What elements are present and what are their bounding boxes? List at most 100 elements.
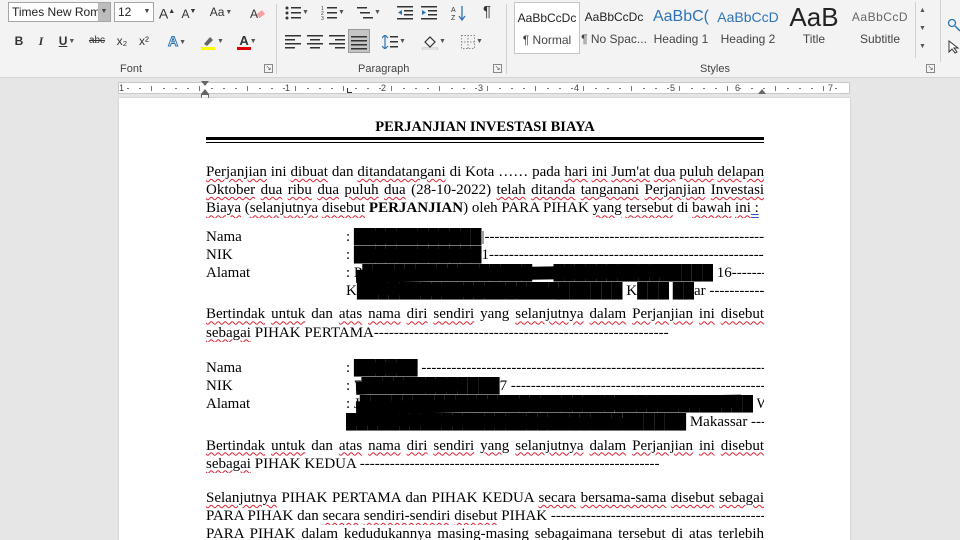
select-icon[interactable]: [947, 40, 960, 54]
text-effects-button[interactable]: A▼: [164, 31, 190, 51]
ruler-mark: [487, 86, 488, 91]
show-formatting-marks-button[interactable]: ¶: [478, 2, 496, 22]
clear-formatting-button[interactable]: A: [248, 2, 266, 22]
font-name-dropdown-arrow[interactable]: ▼: [98, 3, 110, 21]
style-heading-1[interactable]: AaBbC( Heading 1: [648, 2, 714, 54]
ruler-strip[interactable]: 1 1 2 3 4 5 6 7: [118, 81, 850, 99]
subscript-button[interactable]: x₂: [113, 31, 131, 51]
styles-dialog-launcher[interactable]: ↘: [926, 64, 935, 73]
first-line-indent-marker[interactable]: [201, 81, 209, 86]
multilevel-list-button[interactable]: ▼: [356, 2, 382, 22]
ruler-mark: [271, 88, 273, 89]
borders-button[interactable]: ▼: [458, 31, 486, 51]
style-normal[interactable]: AaBbCcDc ¶ Normal: [514, 2, 580, 54]
font-color-button[interactable]: A ▼: [234, 31, 262, 51]
text-run: disebut: [454, 508, 498, 525]
ruler-mark: [667, 88, 669, 89]
align-right-button[interactable]: [328, 31, 346, 51]
italic-button[interactable]: I: [32, 31, 50, 51]
text-run: selanjutnya: [515, 437, 584, 454]
ruler-mark: [259, 88, 261, 89]
style-no-spacing[interactable]: AaBbCcDc ¶ No Spac...: [581, 2, 647, 54]
text-run: (: [241, 200, 250, 217]
ruler-mark: [199, 86, 200, 91]
bullets-button[interactable]: ▼: [284, 2, 310, 22]
ruler-mark: [739, 88, 741, 89]
grow-font-icon: A: [158, 5, 169, 22]
text-run: dan: [305, 306, 339, 323]
text-run: Perjanjian: [206, 164, 267, 180]
text-run: dibuat: [290, 164, 328, 180]
bold-icon: B: [14, 34, 24, 48]
ruler-mark: [403, 88, 405, 89]
sort-button[interactable]: AZ: [450, 2, 468, 22]
style-title[interactable]: AaB Title: [781, 2, 847, 54]
underline-button[interactable]: U▼: [54, 31, 80, 51]
text-effects-icon: A: [167, 33, 179, 50]
font-name-box[interactable]: Times New Roma ▼: [8, 2, 111, 22]
align-left-button[interactable]: [284, 31, 302, 51]
text-run: disebut: [720, 306, 765, 323]
text-run: atas: [338, 306, 363, 323]
style-subtitle[interactable]: AaBbCcD Subtitle: [847, 2, 913, 54]
svg-text:Z: Z: [451, 15, 456, 21]
text-run: dan: [305, 437, 339, 454]
ruler-mark: [463, 88, 465, 89]
document-body[interactable]: PERJANJIAN INVESTASI BIAYA Perjanjian in…: [206, 118, 764, 540]
bold-button[interactable]: B: [10, 31, 28, 51]
gallery-down-icon[interactable]: ▼: [916, 20, 929, 38]
font-size-dropdown-arrow[interactable]: ▼: [141, 3, 153, 21]
gallery-more-icon[interactable]: ▼: [916, 38, 929, 56]
text-run: kedudukannya: [343, 526, 432, 540]
redaction-mark: [354, 230, 462, 243]
increase-indent-button[interactable]: [420, 2, 438, 22]
text-run: disebut: [321, 200, 366, 217]
paragraph-dialog-launcher[interactable]: ↘: [493, 64, 502, 73]
document-page[interactable]: PERJANJIAN INVESTASI BIAYA Perjanjian in…: [119, 98, 850, 540]
shrink-font-button[interactable]: A▼: [180, 2, 198, 22]
ruler-mark: [451, 88, 453, 89]
ruler-number: 2: [381, 83, 387, 93]
align-center-button[interactable]: [306, 31, 324, 51]
svg-text:A: A: [451, 7, 456, 14]
clear-formatting-icon: A: [250, 7, 265, 21]
field-label: Nama: [206, 228, 242, 245]
styles-gallery-scroll[interactable]: ▲ ▼ ▼: [915, 2, 929, 58]
ruler-mark: [355, 88, 357, 89]
find-icon[interactable]: [947, 18, 960, 32]
closing-line-3: PARA PIHAK dalam kedudukannya masing-mas…: [206, 525, 764, 540]
ruler-mark: [655, 88, 657, 89]
gallery-up-icon[interactable]: ▲: [916, 2, 929, 20]
title-rule-thin: [206, 142, 764, 143]
decrease-indent-icon: [397, 5, 413, 20]
shrink-font-icon: A: [181, 7, 190, 21]
increase-indent-icon: [421, 5, 437, 20]
desc-line-1: Bertindak untuk dan atas nama diri sendi…: [206, 437, 764, 455]
font-dialog-launcher[interactable]: ↘: [264, 64, 273, 73]
decrease-indent-button[interactable]: [396, 2, 414, 22]
font-size-box[interactable]: 12 ▼: [114, 2, 154, 22]
highlight-color-button[interactable]: ▼: [198, 31, 226, 51]
style-heading-2[interactable]: AaBbCcD Heading 2: [715, 2, 781, 54]
style-sample: AaBbCcDc: [584, 10, 644, 24]
ruler-mark: [283, 88, 285, 89]
right-indent-marker[interactable]: [758, 89, 766, 94]
numbering-button[interactable]: 1 2 3 ▼: [320, 2, 346, 22]
ruler-mark: [583, 86, 584, 91]
text-run: diri: [406, 437, 428, 454]
text-run: dua: [384, 182, 406, 199]
field-label: Alamat: [206, 396, 251, 413]
line-spacing-button[interactable]: ▼: [380, 31, 408, 51]
change-case-button[interactable]: Aa▼: [206, 2, 236, 22]
ruler-mark: [679, 86, 680, 91]
grow-font-button[interactable]: A▲: [158, 2, 176, 22]
align-center-icon: [307, 34, 323, 49]
party-2-description: Bertindak untuk dan atas nama diri sendi…: [206, 437, 764, 473]
justify-button[interactable]: [348, 29, 370, 53]
ruler-mark: [163, 88, 165, 89]
text-run: yang: [474, 306, 516, 323]
tab-stop-marker[interactable]: [347, 88, 352, 93]
strikethrough-button[interactable]: abc: [88, 31, 106, 51]
superscript-button[interactable]: x²: [135, 31, 153, 51]
shading-button[interactable]: ▼: [420, 31, 448, 51]
